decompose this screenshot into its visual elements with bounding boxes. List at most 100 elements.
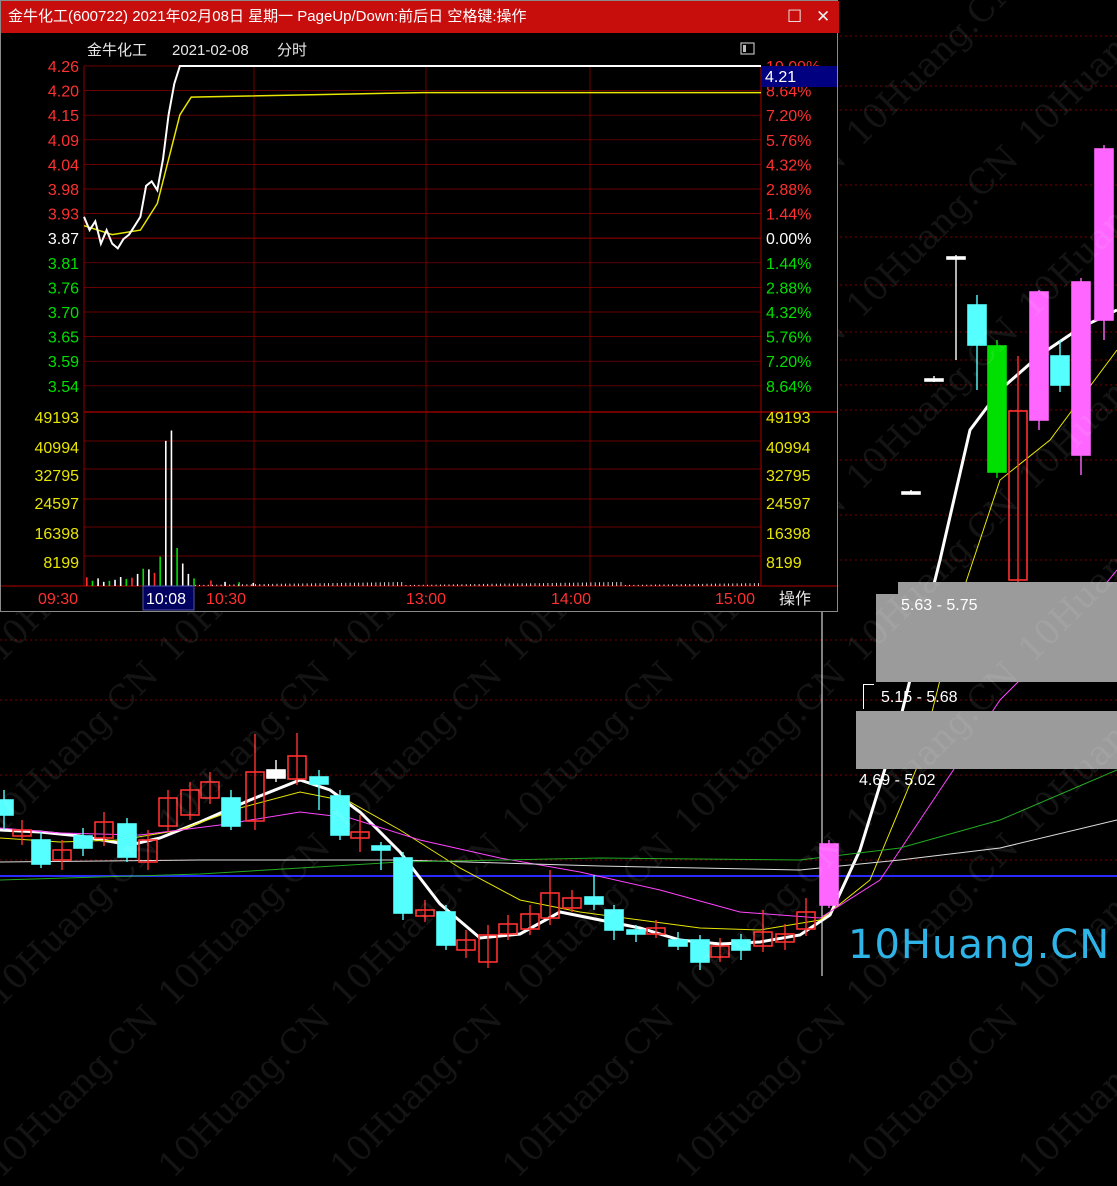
zone-band-2 [856, 711, 1117, 769]
percent-tick-label: 1.44% [766, 256, 811, 273]
bg-candle-body [117, 823, 137, 858]
volume-tick-label-right: 8199 [766, 555, 802, 572]
watermark-text: 10Huang.CN [322, 998, 511, 1186]
watermark-text: 10Huang.CN [666, 998, 855, 1186]
volume-axis-left: 49193 40994 32795 24597 16398 8199 [35, 410, 80, 572]
bg-candle-body [584, 896, 604, 905]
bg-candle-body [946, 256, 966, 260]
price-tick-label: 4.15 [48, 108, 79, 125]
zone-band-1 [898, 582, 1117, 594]
percent-axis-right: 10.09%8.64%7.20%5.76%4.32%2.88%1.44%0.00… [766, 59, 820, 396]
price-tick-label: 3.87 [48, 231, 79, 248]
bg-candle-body [371, 845, 391, 851]
volume-axis-right: 49193 40994 32795 24597 16398 8199 [766, 410, 811, 572]
price-tick-label: 4.09 [48, 133, 79, 150]
watermark-text: 10Huang.CN [838, 998, 1027, 1186]
volume-tick-label: 24597 [35, 496, 80, 513]
bg-candle-body [1050, 355, 1070, 386]
percent-tick-label: 4.32% [766, 305, 811, 322]
volume-tick-label-right: 16398 [766, 526, 811, 543]
maximize-icon[interactable]: ☐ [787, 1, 802, 33]
price-tick-label: 3.76 [48, 280, 79, 297]
zone-label-1: 5.63 - 5.75 [901, 597, 978, 614]
price-axis-left: 4.26 4.20 4.15 4.09 4.04 3.98 3.93 3.87 3.81 3.76… [48, 59, 79, 396]
price-tick-label: 4.04 [48, 157, 79, 174]
bg-candle-body [309, 776, 329, 785]
bg-candle-body [690, 939, 710, 963]
bg-candle-body [626, 929, 646, 935]
chart-settings-icon[interactable] [740, 42, 755, 55]
volume-tick-label-right: 32795 [766, 468, 811, 485]
bg-candle-body [31, 839, 51, 865]
watermark-text: 10Huang.CN [0, 998, 167, 1186]
bg-candle-body [330, 795, 350, 836]
volume-tick-label: 8199 [43, 555, 79, 572]
bg-candle-body [924, 378, 944, 382]
percent-tick-label: 2.88% [766, 280, 811, 297]
volume-tick-label-right: 24597 [766, 496, 811, 513]
volume-tick-label: 32795 [35, 468, 80, 485]
volume-tick-label: 16398 [35, 526, 80, 543]
time-tick-label: 14:00 [551, 591, 591, 608]
bg-candle-body [266, 769, 286, 779]
price-tick-label: 4.20 [48, 84, 79, 101]
volume-bars [86, 430, 759, 586]
price-tick-label: 3.54 [48, 379, 79, 396]
price-line [83, 65, 761, 250]
price-tick-label: 3.98 [48, 182, 79, 199]
chart-settings-icon-inner [743, 45, 746, 52]
price-tick-label: 3.81 [48, 256, 79, 273]
zone-marker-2 [863, 684, 874, 709]
time-tick-label: 10:30 [206, 591, 246, 608]
bg-candle-body [901, 491, 921, 495]
operate-button[interactable]: 操作 [779, 590, 811, 608]
chart-grid [1, 65, 837, 587]
bg-candle-body [73, 835, 93, 849]
percent-tick-label: 7.20% [766, 354, 811, 371]
percent-tick-label: 8.64% [766, 379, 811, 396]
percent-tick-label: 4.32% [766, 157, 811, 174]
brand-logo: 10Huang.CN [848, 922, 1111, 968]
close-icon[interactable]: ✕ [816, 1, 830, 33]
percent-tick-label: 0.00% [766, 231, 811, 248]
time-tick-label: 13:00 [406, 591, 446, 608]
current-price-box: 4.21 [762, 66, 837, 87]
window-title: 金牛化工(600722) 2021年02月08日 星期一 PageUp/Down… [8, 8, 527, 25]
price-tick-label: 3.93 [48, 207, 79, 224]
watermark-text: 10Huang.CN [494, 998, 683, 1186]
price-tick-label: 3.59 [48, 354, 79, 371]
bg-candle-body [668, 939, 688, 947]
percent-tick-label: 5.76% [766, 133, 811, 150]
bg-candle-body [393, 857, 413, 914]
time-tick-label: 15:00 [715, 591, 755, 608]
price-tick-label: 4.26 [48, 59, 79, 76]
bg-candle-body [987, 345, 1007, 473]
time-tick-label: 09:30 [38, 591, 78, 608]
bg-candle-body [819, 843, 839, 906]
watermark-text: 10Huang.CN [1010, 998, 1117, 1186]
bg-candle-body [221, 797, 241, 827]
bg-candle-body [731, 939, 751, 951]
volume-tick-label: 49193 [35, 410, 80, 427]
time-tick-label: 10:08 [146, 591, 186, 608]
percent-tick-label: 2.88% [766, 182, 811, 199]
volume-tick-label-right: 49193 [766, 410, 811, 427]
operate-button-label: 操作 [779, 590, 811, 608]
title-bar[interactable]: 金牛化工(600722) 2021年02月08日 星期一 PageUp/Down… [1, 1, 839, 33]
volume-tick-label-right: 40994 [766, 440, 811, 457]
chart-stock-name: 金牛化工 [87, 42, 147, 59]
bg-candle-body [604, 909, 624, 931]
price-tick-label: 3.65 [48, 330, 79, 347]
time-axis: 09:30 10:08 10:30 13:00 14:00 15:00 [38, 585, 755, 611]
watermark-text: 10Huang.CN [150, 998, 339, 1186]
intraday-chart[interactable]: 金牛化工 2021-02-08 分时 4.26 4.20 4.15 4.09 4.04 3… [1, 33, 837, 611]
bg-candle-body [436, 911, 456, 946]
zone-label-3: 4.69 - 5.02 [859, 772, 936, 789]
volume-tick-label: 40994 [35, 440, 80, 457]
bg-candle-body [1029, 291, 1049, 421]
bg-candle-body [0, 799, 14, 816]
intraday-popup-window[interactable]: 金牛化工(600722) 2021年02月08日 星期一 PageUp/Down… [0, 0, 839, 612]
bg-candle-body [1071, 281, 1091, 456]
percent-tick-label: 7.20% [766, 108, 811, 125]
bg-candle-body [967, 304, 987, 346]
